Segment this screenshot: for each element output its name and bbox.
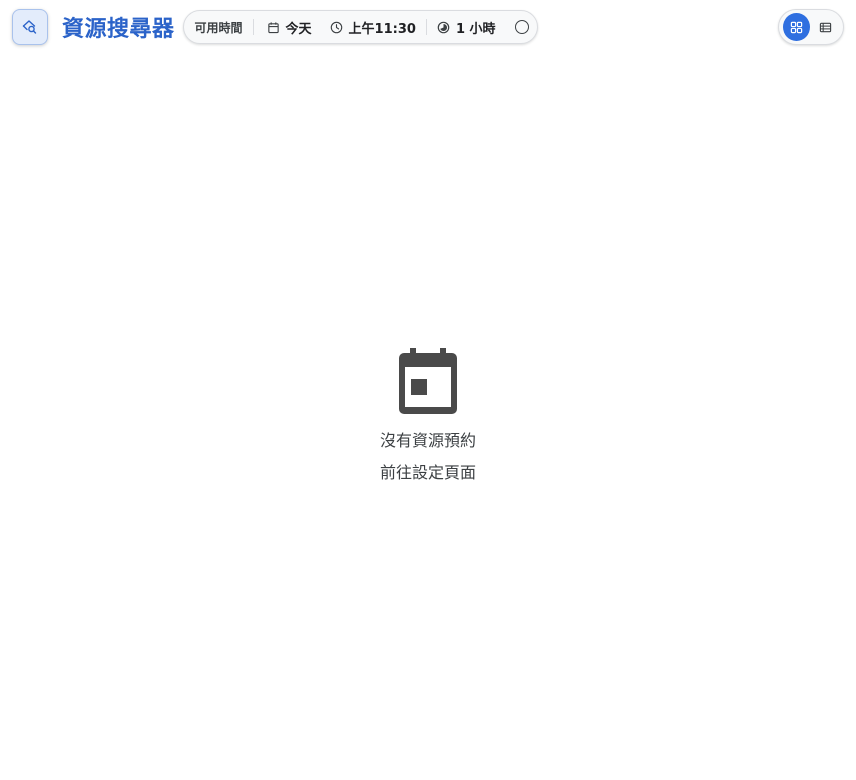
time-value: 上午11:30 <box>348 21 416 37</box>
clock-icon <box>330 21 342 33</box>
view-toggle <box>778 9 844 45</box>
empty-state: 沒有資源預約 前往設定頁面 <box>0 346 856 482</box>
calendar-icon <box>267 21 279 33</box>
list-view-button[interactable] <box>813 13 840 41</box>
resource-finder-page: 資源搜尋器 可用時間 今天 上午11:30 1 小時 沒有資源預約 前往設定頁面 <box>0 0 856 780</box>
settings-link[interactable]: 前往設定頁面 <box>380 464 476 482</box>
date-filter[interactable]: 今天 <box>267 18 312 37</box>
app-logo-button[interactable] <box>12 9 48 45</box>
header: 資源搜尋器 可用時間 今天 上午11:30 1 小時 <box>12 9 844 45</box>
calendar-event-icon <box>399 348 457 414</box>
duration-filter[interactable]: 1 小時 <box>437 18 496 37</box>
divider <box>252 19 254 35</box>
search-resource-icon <box>22 20 37 34</box>
divider <box>425 19 427 35</box>
list-view-icon <box>820 22 832 32</box>
app-title: 資源搜尋器 <box>62 17 175 42</box>
grid-view-button[interactable] <box>783 13 810 41</box>
timelapse-icon <box>437 21 450 33</box>
empty-message: 沒有資源預約 <box>379 431 476 450</box>
status-toggle[interactable] <box>514 20 529 34</box>
time-filter[interactable]: 上午11:30 <box>330 18 416 37</box>
grid-view-icon <box>790 21 802 33</box>
availability-filter-bar: 可用時間 今天 上午11:30 1 小時 <box>182 10 538 44</box>
date-value: 今天 <box>285 21 312 37</box>
duration-value: 1 小時 <box>455 21 496 37</box>
availability-label: 可用時間 <box>194 20 243 35</box>
